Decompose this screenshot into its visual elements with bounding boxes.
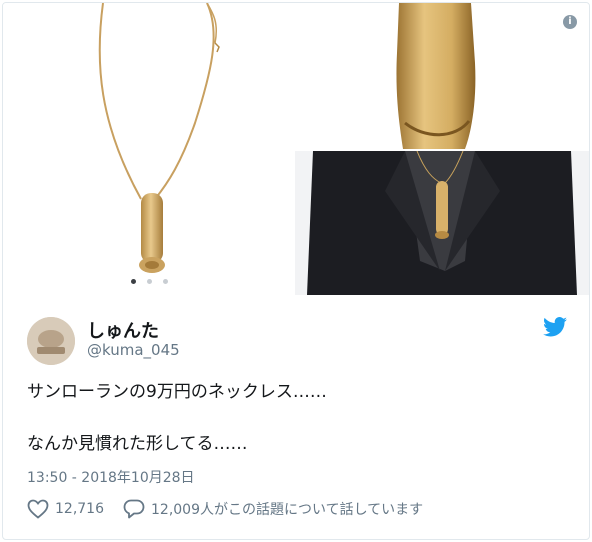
- carousel-dots: [127, 277, 175, 287]
- avatar[interactable]: [27, 317, 75, 365]
- media-image-closeup[interactable]: i: [295, 3, 589, 149]
- conversation-text: 12,009人がこの話題について話しています: [151, 502, 424, 518]
- reply-bubble-icon: [123, 499, 145, 519]
- tweet-header: しゅんた @kuma_045: [27, 315, 567, 365]
- media-grid[interactable]: i: [3, 3, 589, 295]
- tweet-card: i しゅんた @kuma_045 サンローランの9万円のネックレス…… なんか見…: [2, 2, 590, 540]
- tweet-text-line: サンローランの9万円のネックレス……: [27, 382, 327, 402]
- carousel-dot[interactable]: [131, 279, 136, 284]
- tweet-timestamp[interactable]: 13:50 - 2018年10月28日: [27, 467, 195, 487]
- tweet-text: サンローランの9万円のネックレス…… なんか見慣れた形してる……: [27, 379, 567, 457]
- like-count: 12,716: [55, 501, 104, 517]
- heart-icon: [27, 499, 49, 519]
- info-icon[interactable]: i: [563, 15, 577, 29]
- author-name[interactable]: しゅんた: [87, 317, 159, 343]
- tweet-actions: 12,716 12,009人がこの話題について話しています: [27, 499, 567, 521]
- media-image-jacket[interactable]: [295, 151, 589, 295]
- carousel-dot[interactable]: [163, 279, 168, 284]
- author-handle[interactable]: @kuma_045: [87, 341, 180, 359]
- like-button[interactable]: 12,716: [27, 499, 104, 519]
- conversation-button[interactable]: 12,009人がこの話題について話しています: [123, 499, 423, 519]
- carousel-dot[interactable]: [147, 279, 152, 284]
- tweet-text-line: なんか見慣れた形してる……: [27, 434, 248, 454]
- media-image-necklace[interactable]: [3, 3, 293, 295]
- twitter-bird-icon[interactable]: [543, 317, 567, 337]
